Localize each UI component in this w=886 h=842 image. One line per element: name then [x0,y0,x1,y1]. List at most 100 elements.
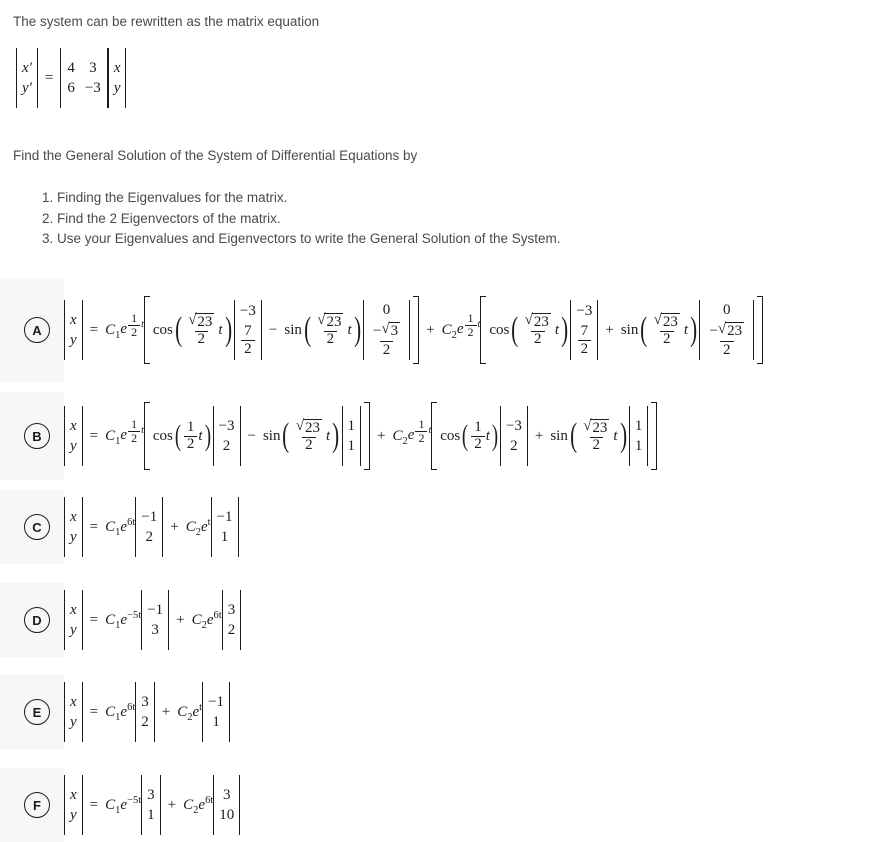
fraction-numerator: 1 [465,312,477,325]
vector-entry-bottom: 1 [147,807,155,823]
trig-argument: 12t [470,419,490,453]
vector-cells: xy [65,600,82,641]
lhs-vector-bottom: y' [22,80,32,96]
argument-sqrt: √ 23 [296,418,323,437]
join-operator: + [377,427,386,444]
solution-vector-top: x [70,311,77,328]
option-letter-c[interactable]: C [24,514,50,540]
argument-numerator: 1 [186,418,195,435]
radicand: 23 [324,312,344,330]
option-letter-a[interactable]: A [24,317,50,343]
option-letter-f[interactable]: F [24,792,50,818]
vector-bar [360,406,362,466]
find-instruction: Find the General Solution of the System … [13,148,418,163]
rhs-vector-bottom: y [113,80,121,96]
option-row-b[interactable]: Bx y = C1 e 1 2 t cos(1 2 t) −3 2− sin(√ 23 2 t) 1 1 + C2 e 1 2… [0,392,886,480]
argument-variable: t [326,427,331,444]
exponential-base: e [120,426,128,443]
exponential-base: e [206,611,214,628]
vector-cells: xy [65,692,82,733]
intro-text: The system can be rewritten as the matri… [13,14,320,29]
radicand: 23 [195,312,215,330]
trig-term: sin(√ 23 2 t) [621,311,700,349]
option-row-c[interactable]: Cx y = C1 e6t −1 2 + C2 et −1 1 [0,490,886,564]
argument-sqrt: √ 23 [654,312,680,331]
equals-sign: = [89,321,99,338]
option-row-e[interactable]: Ex y = C1 e6t 3 2 + C2 et −1 1 [0,675,886,749]
vector-cells: xy [65,785,82,826]
paren-open: ( [174,418,181,452]
fraction-numerator: √ 23 [293,418,325,437]
vector-entry-top: −1 [216,508,233,525]
argument-fraction: √ 23 2 [522,312,554,348]
eigenvector-real: −3 7 2 [233,300,262,360]
vector-entry-bottom: 1 [220,529,229,545]
fraction-denominator: 2 [128,430,141,445]
fraction-numerator: √ 23 [580,418,612,437]
radicand: 23 [303,418,323,436]
constant-symbol: C [105,703,116,720]
argument-denominator: 2 [305,436,313,453]
bracket-body: cos(1 2 t) −3 2 + sin(√ 23 2 t) 1 1 [437,402,651,470]
exponential-term: et [201,517,211,535]
fraction-denominator: 2 [302,436,316,454]
option-letter-e[interactable]: E [24,699,50,725]
fraction-denominator: 2 [183,435,198,453]
exponent-variable: t [477,319,481,330]
join-operator: + [161,703,171,720]
option-row-d[interactable]: Dx y = C1 e−5t −1 3 + C2 e6t 3 2 [0,583,886,657]
vector-cells: 0− √ 23 2 [700,300,753,360]
argument-fraction: √ 23 2 [185,312,217,348]
option-row-a[interactable]: Ax y = C1 e 1 2 t cos(√ 23 2 t) −3 7 2− sin(√ 23 2 t) 0− √ 3 2… [0,278,886,382]
lhs-vector-top: x' [22,59,32,76]
solution-term: C2 e 1 2 t cos(1 2 t) −3 2 + sin(√ 23 2 t) 1 1 [393,402,658,470]
solution-vector-top: x [70,693,77,710]
option-equation: x y = C1 e−5t −1 3 + C2 e6t 3 2 [64,586,242,654]
argument-denominator: 2 [663,330,671,347]
exponent-denominator: 2 [131,324,138,339]
eigenvector-imag: 0− √ 23 2 [699,299,755,361]
vector-entry-top: −3 [576,302,593,319]
paren-close: ) [204,418,211,452]
rhs-bar-right [125,48,127,108]
vector-entry-top: 3 [141,693,149,710]
square-bracket-group: cos(√ 23 2 t) −3 7 2− sin(√ 23 2 t) 0− √ 3 2 [143,295,420,365]
solution-vector: xy [64,590,83,650]
join-operator: + [170,518,179,535]
option-row-f[interactable]: Fx y = C1 e−5t 3 1 + C2 e6t 3 10 [0,768,886,842]
vector-entry-num: 7 [580,323,589,340]
vector-entry-top: 0 [382,301,391,318]
term-operator: + [605,321,614,338]
square-bracket-group: cos(1 2 t) −3 2 + sin(√ 23 2 t) 1 1 [431,402,658,470]
constant-symbol: C [105,518,116,535]
constant-symbol: C [105,427,116,444]
exponent-fraction: 12t [127,312,144,338]
eigenvector: −1 1 [202,682,231,742]
option-content-c: x y = C1 e6t −1 2 + C2 et −1 1 [64,490,886,564]
vector-entry-top: 3 [147,786,155,803]
exponential-term: e6t [120,702,135,720]
equals-sign: = [89,427,99,444]
exponential-term: e6t [206,610,222,628]
option-content-e: x y = C1 e6t 3 2 + C2 et −1 1 [64,675,886,749]
option-letter-d[interactable]: D [24,607,50,633]
vector-cells: 11 [630,416,648,457]
paren-close: ) [224,311,232,349]
exponent-frac: 12 [464,312,477,338]
trig-argument: √ 23 2 t [521,312,559,348]
trig-function-name: cos [152,427,173,444]
vector-bar [647,406,649,466]
vector-cells: xy [65,310,82,351]
exponential-base: e [120,320,128,337]
matrix-cell-a22: −3 [84,79,101,96]
fraction-numerator: 1 [471,419,485,436]
vector-bar [229,682,231,742]
paren-close: ) [690,311,698,349]
solution-vector-top: x [70,508,77,525]
option-equation: x y = C1 e6t −1 2 + C2 et −1 1 [64,493,239,561]
vector-entry-bottom: 3 [151,622,159,638]
exponent-value: 6t [205,794,214,806]
fraction-denominator: 2 [660,330,674,348]
option-letter-b[interactable]: B [24,423,50,449]
eigenvector: −1 2 [135,497,164,557]
